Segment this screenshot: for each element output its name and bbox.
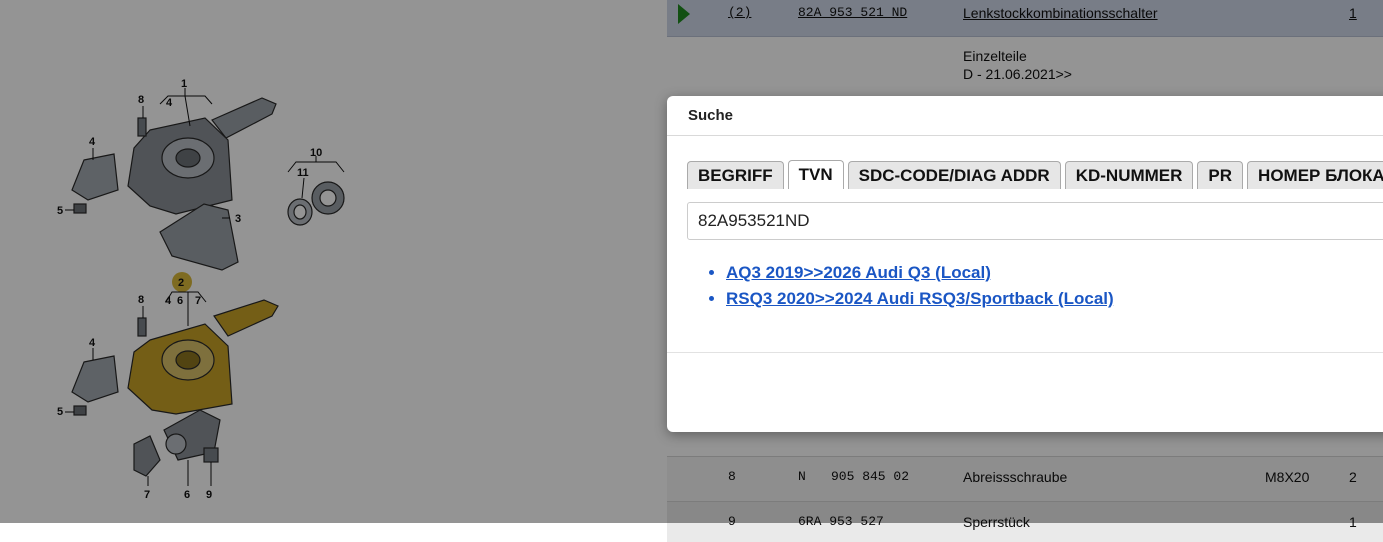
dialog-footer-divider: [667, 352, 1383, 353]
tab-block-number[interactable]: НОМЕР БЛОКА: [1247, 161, 1383, 189]
tab-sdc-code[interactable]: SDC-CODE/DIAG ADDR: [847, 161, 1061, 189]
tab-pr[interactable]: PR: [1197, 161, 1244, 189]
dialog-header: Suche: [667, 96, 1383, 136]
tab-begriff[interactable]: BEGRIFF: [687, 161, 784, 189]
tab-kd-nummer[interactable]: KD-NUMMER: [1064, 161, 1194, 189]
list-item: AQ3 2019>>2026 Audi Q3 (Local): [726, 260, 1114, 286]
search-results: AQ3 2019>>2026 Audi Q3 (Local) RSQ3 2020…: [707, 260, 1114, 312]
result-link-aq3[interactable]: AQ3 2019>>2026 Audi Q3 (Local): [726, 263, 991, 282]
search-input[interactable]: [687, 202, 1383, 240]
result-link-rsq3[interactable]: RSQ3 2020>>2024 Audi RSQ3/Sportback (Loc…: [726, 289, 1114, 308]
tab-tvn[interactable]: TVN: [787, 160, 844, 189]
list-item: RSQ3 2020>>2024 Audi RSQ3/Sportback (Loc…: [726, 286, 1114, 312]
search-dialog: Suche BEGRIFF TVN SDC-CODE/DIAG ADDR KD-NUM…: [667, 96, 1383, 432]
dialog-title: Suche: [688, 107, 734, 124]
search-tabs: BEGRIFF TVN SDC-CODE/DIAG ADDR KD-NUMMER PR Н…: [687, 160, 1383, 189]
